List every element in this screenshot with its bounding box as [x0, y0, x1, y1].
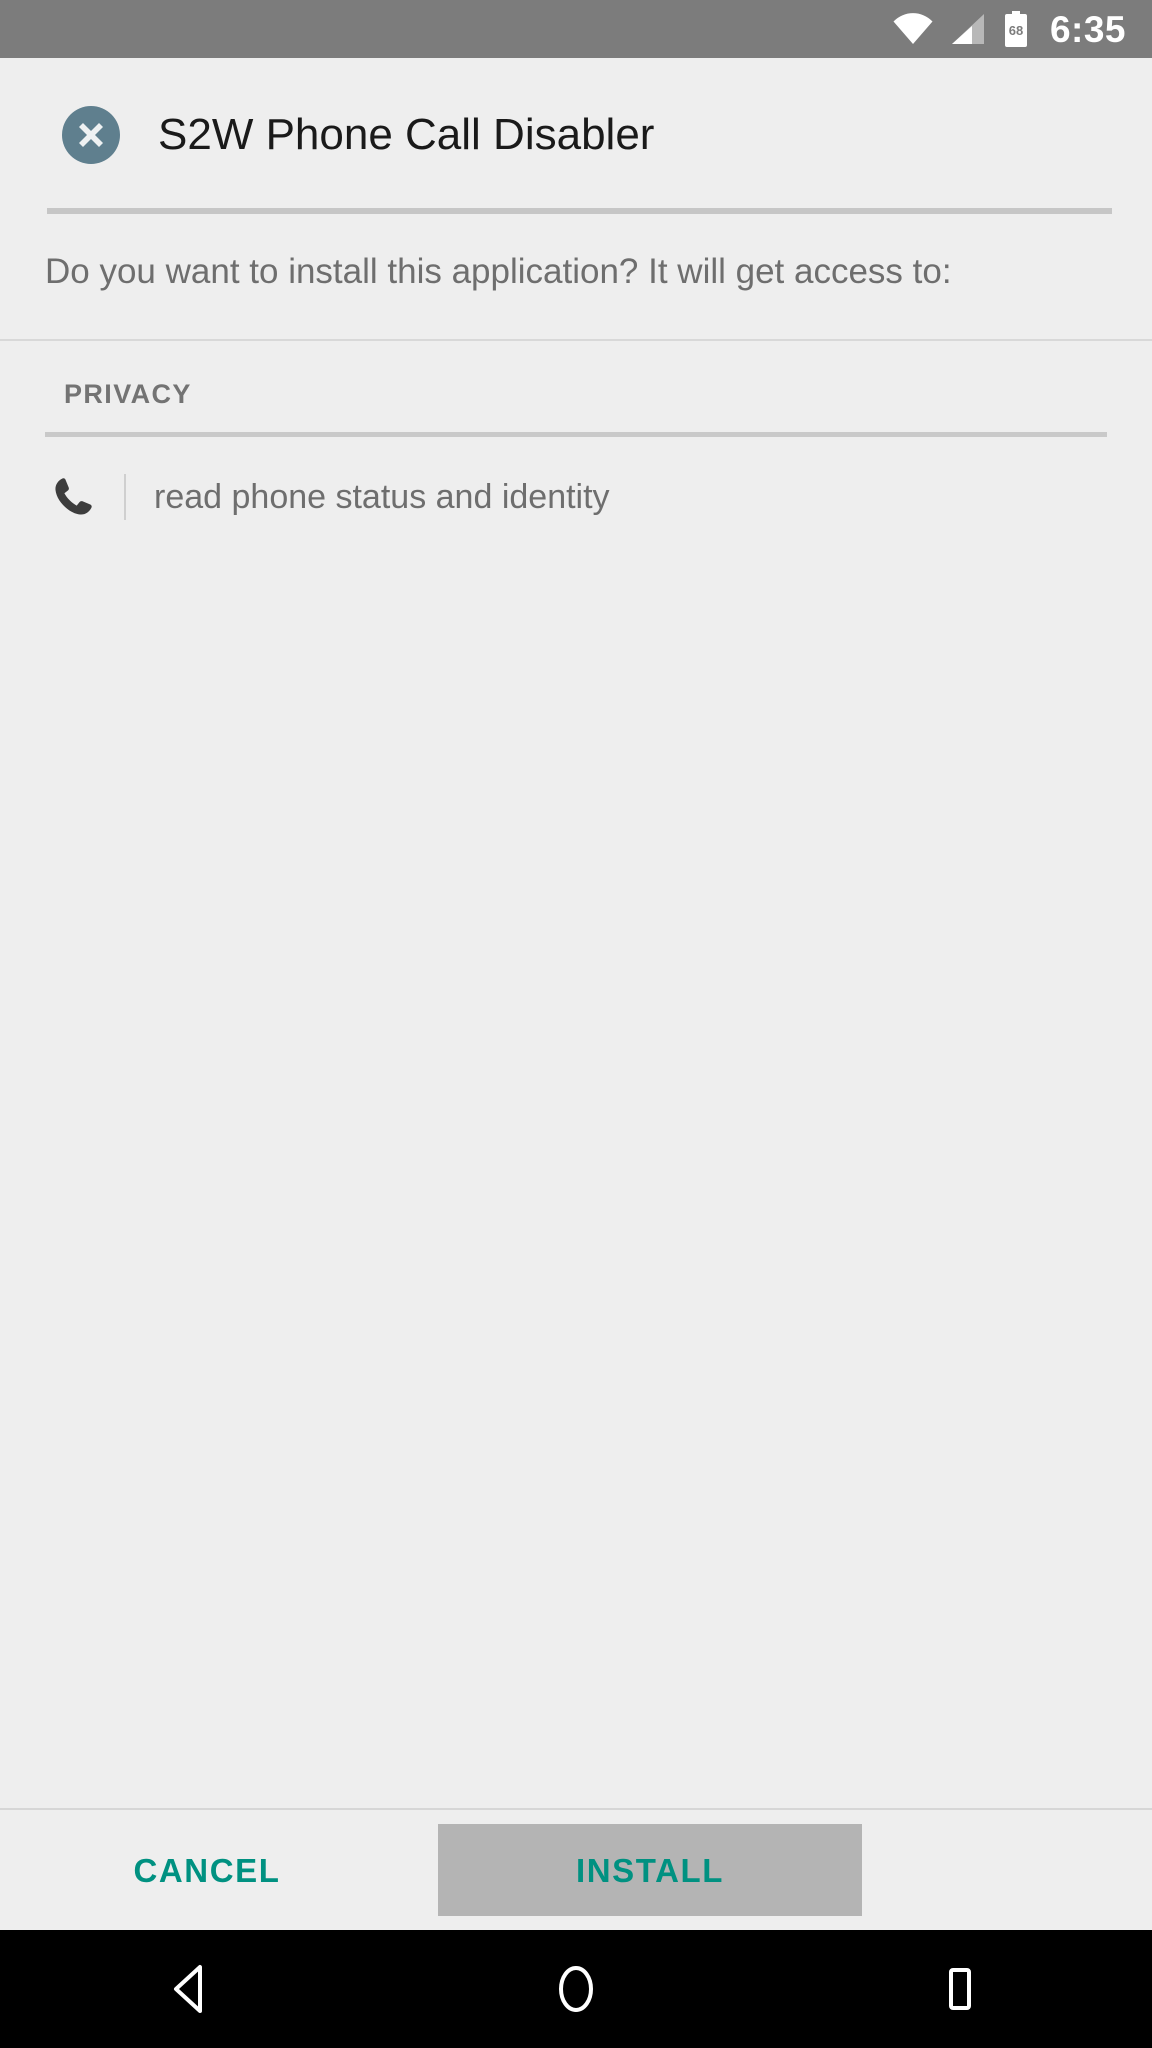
app-header: S2W Phone Call Disabler [0, 58, 1152, 164]
privacy-section-label: PRIVACY [64, 378, 192, 409]
install-button[interactable]: INSTALL [438, 1824, 862, 1916]
page-title: S2W Phone Call Disabler [158, 110, 655, 159]
app-x-icon [62, 106, 120, 164]
status-bar: 68 6:35 [0, 0, 1152, 58]
permission-label: read phone status and identity [154, 477, 610, 516]
permission-row: read phone status and identity [0, 437, 1152, 520]
home-circle-icon[interactable] [384, 1961, 768, 2017]
install-dialog: S2W Phone Call Disabler Do you want to i… [0, 58, 1152, 1930]
phone-icon [50, 476, 96, 518]
cancel-button[interactable]: CANCEL [0, 1854, 414, 1887]
cellular-signal-icon [950, 13, 986, 45]
battery-percent-text: 68 [1009, 23, 1023, 38]
permission-separator [124, 473, 126, 520]
android-install-permission-screen: 68 6:35 S2W Phone Call Disabler Do you w… [0, 0, 1152, 2048]
android-navigation-bar [0, 1930, 1152, 2048]
recents-square-icon[interactable] [768, 1963, 1152, 2015]
battery-icon: 68 [1002, 11, 1030, 47]
install-prompt-text: Do you want to install this application?… [45, 252, 952, 291]
back-triangle-icon[interactable] [0, 1963, 384, 2015]
wifi-icon [892, 13, 934, 45]
status-bar-clock: 6:35 [1049, 8, 1126, 50]
action-bar: CANCEL INSTALL [0, 1808, 1152, 1930]
